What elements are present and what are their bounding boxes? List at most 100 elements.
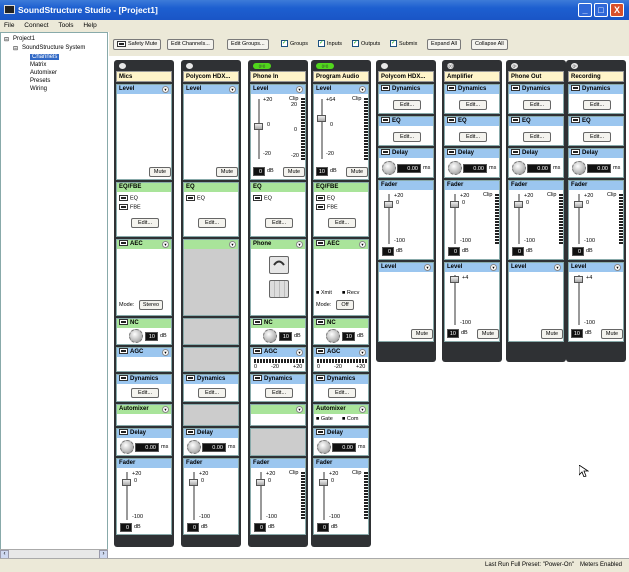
maximize-button[interactable]: □ bbox=[594, 3, 608, 17]
delay-knob[interactable] bbox=[512, 161, 526, 175]
chevron-down-icon[interactable]: ▼ bbox=[490, 264, 497, 271]
dynamics-header[interactable]: Dynamics bbox=[445, 85, 499, 94]
fader-value[interactable]: 0 bbox=[382, 247, 394, 256]
tree-item-channels[interactable]: Channels bbox=[30, 54, 60, 60]
eq-header[interactable]: EQ bbox=[509, 117, 563, 126]
tree-item-system[interactable]: SoundStructure System bbox=[22, 45, 85, 51]
dynamics-header[interactable]: Dynamics bbox=[569, 85, 623, 94]
eq-toggle[interactable]: EQ bbox=[316, 195, 335, 201]
level-header[interactable]: Level ▼ bbox=[445, 263, 499, 272]
dynamics-edit-button[interactable]: Edit... bbox=[265, 388, 293, 398]
delay-knob[interactable] bbox=[317, 440, 331, 454]
agc-header[interactable]: AGC ▼ bbox=[117, 348, 171, 357]
channel-name[interactable]: Program Audio bbox=[313, 71, 369, 82]
aec-mode-select[interactable]: Off bbox=[336, 300, 354, 310]
level-thumb[interactable] bbox=[254, 123, 263, 130]
nc-knob[interactable] bbox=[129, 329, 143, 343]
menu-help[interactable]: Help bbox=[79, 20, 100, 31]
eq-header[interactable]: EQ bbox=[445, 117, 499, 126]
level-header[interactable]: Level ▼ bbox=[117, 85, 171, 94]
dynamics-header[interactable]: Dynamics bbox=[184, 375, 238, 384]
level-thumb[interactable] bbox=[574, 276, 583, 283]
tree-item-wiring[interactable]: Wiring bbox=[30, 86, 47, 92]
fader-value[interactable]: 0 bbox=[120, 523, 132, 532]
agc-header[interactable]: AGC ▼ bbox=[314, 348, 368, 357]
delay-value[interactable]: 0.00 bbox=[397, 164, 421, 173]
channel-name[interactable]: Phone In bbox=[250, 71, 306, 82]
fader-thumb[interactable] bbox=[122, 479, 131, 486]
tree-item-presets[interactable]: Presets bbox=[30, 78, 50, 84]
tree-item-automixer[interactable]: Automixer bbox=[30, 70, 57, 76]
safety-mute-button[interactable]: Safety Mute bbox=[113, 39, 162, 50]
delay-knob[interactable] bbox=[187, 440, 201, 454]
delay-value[interactable]: 0.00 bbox=[527, 164, 551, 173]
fader-thumb[interactable] bbox=[574, 201, 583, 208]
delay-header[interactable]: Delay bbox=[184, 429, 238, 438]
chevron-down-icon[interactable]: ▼ bbox=[296, 406, 303, 413]
fader-value[interactable]: 0 bbox=[187, 523, 199, 532]
dynamics-header[interactable]: Dynamics bbox=[509, 85, 563, 94]
nc-header[interactable]: NC bbox=[117, 319, 171, 328]
menu-tools[interactable]: Tools bbox=[54, 20, 77, 31]
chevron-down-icon[interactable]: ▼ bbox=[162, 86, 169, 93]
chevron-down-icon[interactable]: ▼ bbox=[614, 264, 621, 271]
tree-expander-root[interactable]: ⊟ bbox=[4, 36, 9, 43]
tree-item-project[interactable]: Project1 bbox=[13, 36, 35, 42]
dynamics-edit-button[interactable]: Edit... bbox=[523, 100, 551, 110]
fader-thumb[interactable] bbox=[384, 201, 393, 208]
delay-header[interactable]: Delay bbox=[509, 149, 563, 158]
level-thumb[interactable] bbox=[450, 276, 459, 283]
nc-header[interactable]: NC bbox=[251, 319, 305, 328]
mute-button[interactable]: Mute bbox=[411, 329, 433, 339]
aec-header[interactable]: ▼ bbox=[184, 240, 238, 249]
tree-expander-system[interactable]: ⊟ bbox=[13, 45, 18, 52]
level-thumb[interactable] bbox=[317, 115, 326, 122]
fader-value[interactable]: 0 bbox=[254, 523, 266, 532]
eq-edit-button[interactable]: Edit... bbox=[198, 218, 226, 228]
chevron-down-icon[interactable]: ▼ bbox=[229, 86, 236, 93]
eq-edit-button[interactable]: Edit... bbox=[131, 218, 159, 228]
dynamics-edit-button[interactable]: Edit... bbox=[328, 388, 356, 398]
chevron-down-icon[interactable]: ▼ bbox=[554, 264, 561, 271]
fbe-toggle[interactable]: FBE bbox=[316, 204, 338, 210]
level-value[interactable]: 10 bbox=[571, 329, 583, 338]
fbe-toggle[interactable]: FBE bbox=[119, 204, 141, 210]
eq-header[interactable]: EQ bbox=[569, 117, 623, 126]
inputs-checkbox[interactable]: ✓ Inputs bbox=[318, 40, 342, 47]
delay-header[interactable]: Delay bbox=[314, 429, 368, 438]
chevron-down-icon[interactable]: ▼ bbox=[229, 241, 236, 248]
delay-knob[interactable] bbox=[382, 161, 396, 175]
groups-checkbox[interactable]: ✓ Groups bbox=[281, 40, 308, 47]
mute-button[interactable]: Mute bbox=[283, 167, 305, 177]
delay-header[interactable]: Delay bbox=[117, 429, 171, 438]
aec-mode-select[interactable]: Stereo bbox=[139, 300, 163, 310]
delay-knob[interactable] bbox=[572, 161, 586, 175]
outputs-checkbox[interactable]: ✓ Outputs bbox=[352, 40, 380, 47]
dynamics-edit-button[interactable]: Edit... bbox=[583, 100, 611, 110]
eq-edit-button[interactable]: Edit... bbox=[265, 218, 293, 228]
eq-header[interactable]: EQ bbox=[379, 117, 433, 126]
menu-file[interactable]: File bbox=[0, 20, 18, 31]
delay-header[interactable]: Delay bbox=[379, 149, 433, 158]
fader-thumb[interactable] bbox=[319, 479, 328, 486]
chevron-down-icon[interactable]: ▼ bbox=[359, 349, 366, 356]
fader-value[interactable]: 0 bbox=[317, 523, 329, 532]
nc-value[interactable]: 10 bbox=[342, 332, 355, 341]
mute-button[interactable]: Mute bbox=[477, 329, 499, 339]
delay-header[interactable]: Delay bbox=[445, 149, 499, 158]
delay-knob[interactable] bbox=[448, 161, 462, 175]
fader-value[interactable]: 0 bbox=[572, 247, 584, 256]
delay-value[interactable]: 0.00 bbox=[587, 164, 611, 173]
mute-button[interactable]: Mute bbox=[216, 167, 238, 177]
nc-knob[interactable] bbox=[326, 329, 340, 343]
level-value[interactable]: 10 bbox=[316, 167, 328, 176]
dynamics-header[interactable]: Dynamics bbox=[379, 85, 433, 94]
mute-button[interactable]: Mute bbox=[601, 329, 623, 339]
edit-groups-button[interactable]: Edit Groups... bbox=[227, 39, 269, 50]
channel-name[interactable]: Polycom HDX... bbox=[378, 71, 434, 82]
edit-channels-button[interactable]: Edit Channels... bbox=[167, 39, 214, 50]
fader-thumb[interactable] bbox=[189, 479, 198, 486]
eq-edit-button[interactable]: Edit... bbox=[393, 132, 421, 142]
level-header[interactable]: Level ▼ bbox=[509, 263, 563, 272]
chevron-down-icon[interactable]: ▼ bbox=[162, 241, 169, 248]
